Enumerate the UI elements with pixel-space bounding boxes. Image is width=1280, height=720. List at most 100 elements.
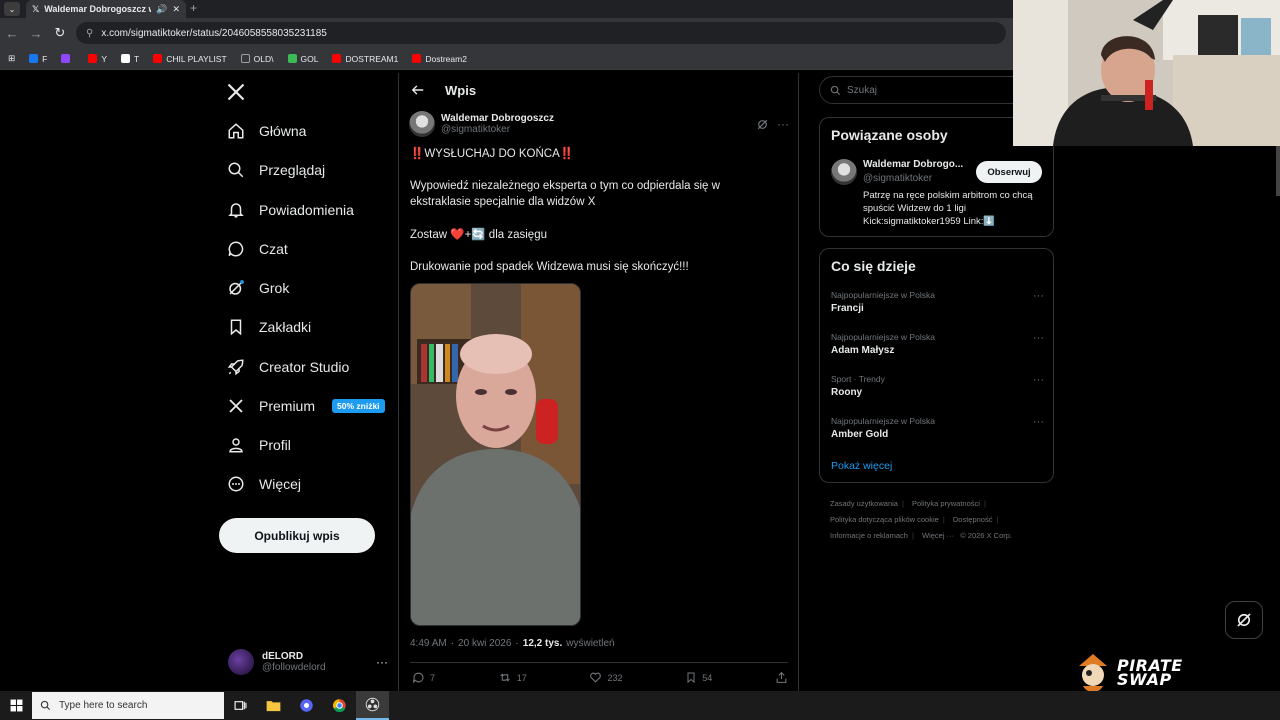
bookmark-item[interactable]: GOL <box>287 54 318 64</box>
speaker-icon[interactable]: 🔊 <box>156 4 167 15</box>
related-handle[interactable]: @sigmatiktoker <box>863 173 932 184</box>
footer-link[interactable]: Dostępność <box>953 515 993 524</box>
trend-context: Najpopularniejsze w Polska <box>831 416 935 426</box>
nav-item-chat[interactable]: Czat <box>226 234 288 264</box>
repost-button[interactable]: 17 <box>498 671 527 684</box>
bookmark-item[interactable] <box>61 54 74 63</box>
bookmark-item[interactable]: DOSTREAM1 <box>332 54 398 64</box>
nav-item-more[interactable]: Więcej <box>226 469 301 499</box>
account-switcher[interactable]: dELORD @followdelord ··· <box>228 646 388 678</box>
more-dots-icon[interactable]: ··· <box>1033 290 1044 302</box>
trend-context: Najpopularniejsze w Polska <box>831 332 935 342</box>
post-button[interactable]: Opublikuj wpis <box>219 518 375 553</box>
nav-label: Czat <box>259 241 288 257</box>
chrome-taskbar-button[interactable] <box>323 691 356 720</box>
heart-icon <box>589 671 602 684</box>
task-view-icon <box>234 699 247 712</box>
bookmark-item[interactable]: CHIL PLAYLIST <box>153 54 227 64</box>
bookmark-item[interactable]: F <box>29 54 47 64</box>
reload-button[interactable]: ↻ <box>48 21 72 45</box>
trend-item[interactable]: Sport · Trendy Roony ··· <box>831 374 1044 398</box>
more-dots-icon[interactable]: ··· <box>777 117 789 131</box>
footer-link[interactable]: Polityka prywatności <box>912 499 980 508</box>
taskbar-search-input[interactable]: Type here to search <box>32 692 224 719</box>
post-time[interactable]: 4:49 AM <box>410 638 447 649</box>
pirate-swap-logo: PIRATE SWAP <box>1075 650 1205 696</box>
post-video[interactable] <box>410 283 581 626</box>
nav-item-notifications[interactable]: Powiadomienia <box>226 195 354 225</box>
bookmark-item[interactable]: Y <box>88 54 107 64</box>
tab-search-button[interactable]: ⌄ <box>4 2 20 16</box>
bookmark-item[interactable]: Dostream2 <box>412 54 467 64</box>
scrollbar[interactable] <box>1276 146 1280 196</box>
back-arrow-icon[interactable] <box>411 83 425 97</box>
post-date[interactable]: 20 kwi 2026 <box>458 638 511 649</box>
share-button[interactable] <box>775 671 788 684</box>
nav-item-premium[interactable]: Premium 50% zniżki <box>226 391 385 421</box>
task-view-button[interactable] <box>224 691 257 720</box>
related-name[interactable]: Waldemar Dobrogo... <box>863 159 963 170</box>
nav-item-creator-studio[interactable]: Creator Studio <box>226 352 349 382</box>
footer-link[interactable]: Zasady użytkowania <box>830 499 898 508</box>
new-tab-button[interactable]: + <box>190 1 197 15</box>
obs-icon <box>365 697 380 712</box>
author-avatar[interactable] <box>409 111 435 137</box>
show-more-link[interactable]: Pokaż więcej <box>831 460 892 472</box>
person-icon <box>226 435 246 455</box>
reply-icon <box>412 671 425 684</box>
browser-tab[interactable]: 𝕏 Waldemar Dobrogoszcz w 🔊 ✕ <box>26 0 186 18</box>
trend-context: Sport · Trendy <box>831 374 885 384</box>
bookmark-favicon-icon <box>88 54 98 63</box>
nav-item-explore[interactable]: Przeglądaj <box>226 155 325 185</box>
grok-icon[interactable] <box>756 118 769 131</box>
like-count: 232 <box>607 672 623 683</box>
reply-count: 7 <box>430 672 436 683</box>
x-favicon-icon: 𝕏 <box>32 3 40 14</box>
more-dots-icon[interactable]: ··· <box>376 655 388 669</box>
nav-label: Creator Studio <box>259 359 350 375</box>
back-button[interactable]: ← <box>0 21 24 45</box>
author-name[interactable]: Waldemar Dobrogoszcz <box>441 113 554 124</box>
page-title: Wpis <box>445 82 477 98</box>
nav-item-grok[interactable]: Grok <box>226 273 289 303</box>
bookmark-button[interactable]: 54 <box>685 671 712 684</box>
x-logo-icon[interactable] <box>226 82 246 102</box>
trend-item[interactable]: Najpopularniejsze w Polska Adam Małysz ·… <box>831 332 1044 356</box>
trend-item[interactable]: Najpopularniejsze w Polska Amber Gold ··… <box>831 416 1044 440</box>
post-text-line: ‼️WYSŁUCHAJ DO KOŃCA‼️ <box>410 148 575 160</box>
like-button[interactable]: 232 <box>589 671 623 684</box>
file-explorer-button[interactable] <box>257 691 290 720</box>
grok-floating-button[interactable] <box>1225 601 1263 639</box>
app-taskbar-button[interactable] <box>290 691 323 720</box>
more-dots-icon[interactable]: ··· <box>1033 416 1044 428</box>
post-text-line: Drukowanie pod spadek Widzewa musi się s… <box>410 261 689 273</box>
start-button[interactable] <box>0 691 32 720</box>
apps-grid-icon[interactable]: ⊞ <box>8 53 15 64</box>
account-handle: @followdelord <box>262 662 326 673</box>
reply-button[interactable]: 7 <box>412 671 435 684</box>
url-bar[interactable]: ⚲ x.com/sigmatiktoker/status/20460585580… <box>76 22 1006 44</box>
footer-link[interactable]: Polityka dotycząca plików cookie <box>830 515 939 524</box>
nav-item-bookmarks[interactable]: Zakładki <box>226 312 311 342</box>
forward-button[interactable]: → <box>24 21 48 45</box>
account-name: dELORD <box>262 651 304 662</box>
avatar[interactable] <box>831 159 857 185</box>
tab-close-icon[interactable]: ✕ <box>172 4 180 15</box>
grok-icon <box>226 278 246 298</box>
more-dots-icon[interactable]: ··· <box>1033 374 1044 386</box>
bookmark-favicon-icon <box>287 54 297 63</box>
trend-name: Amber Gold <box>831 429 889 440</box>
bookmark-folder[interactable]: OLD\ <box>240 54 274 64</box>
nav-item-home[interactable]: Główna <box>226 116 306 146</box>
site-info-icon[interactable]: ⚲ <box>86 28 93 39</box>
bookmark-favicon-icon <box>29 54 39 63</box>
trend-item[interactable]: Najpopularniejsze w Polska Francji ··· <box>831 290 1044 314</box>
obs-taskbar-button[interactable] <box>356 691 389 720</box>
author-handle[interactable]: @sigmatiktoker <box>441 124 554 135</box>
bookmark-item[interactable]: T <box>121 54 139 64</box>
nav-item-profile[interactable]: Profil <box>226 430 291 460</box>
footer-link[interactable]: Więcej ··· <box>922 531 954 540</box>
follow-button[interactable]: Obserwuj <box>976 161 1042 183</box>
more-dots-icon[interactable]: ··· <box>1033 332 1044 344</box>
footer-link[interactable]: Informacje o reklamach <box>830 531 908 540</box>
